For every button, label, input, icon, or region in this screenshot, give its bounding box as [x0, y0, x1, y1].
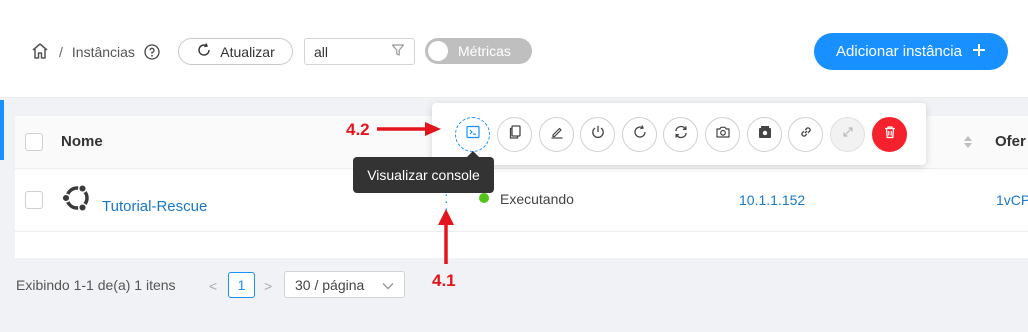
column-header-name[interactable]: Nome — [61, 133, 103, 150]
breadcrumb: / Instâncias — [30, 40, 160, 64]
view-console-button[interactable] — [455, 117, 490, 152]
sort-icon[interactable] — [963, 134, 973, 155]
chevron-left-icon[interactable]: < — [209, 278, 217, 294]
power-icon — [590, 124, 606, 145]
select-all-checkbox[interactable] — [25, 133, 43, 151]
pagination-current-page[interactable]: 1 — [228, 272, 255, 298]
edit-icon — [549, 124, 565, 145]
breadcrumb-current: Instâncias — [71, 44, 135, 60]
expand-icon — [840, 124, 856, 145]
reboot-icon — [632, 124, 648, 145]
page-size-value: 30 / página — [295, 276, 365, 293]
ubuntu-icon — [61, 182, 93, 219]
console-icon — [465, 124, 481, 145]
filter-select[interactable]: all — [304, 38, 415, 65]
ip-address-link[interactable]: 10.1.1.152 — [739, 192, 805, 208]
scale-button[interactable] — [830, 117, 865, 152]
table-row: Tutorial-Rescue · · · Executando 10.1.1.15… — [15, 170, 1028, 232]
edit-button[interactable] — [539, 117, 574, 152]
snapshot-button[interactable] — [705, 117, 740, 152]
breadcrumb-separator: / — [59, 44, 63, 60]
refresh-button[interactable]: Atualizar — [178, 38, 293, 65]
filter-icon — [391, 43, 405, 60]
sync-button[interactable] — [663, 117, 698, 152]
question-circle-icon[interactable] — [144, 44, 160, 60]
refresh-label: Atualizar — [220, 43, 275, 60]
plus-icon — [972, 43, 986, 61]
pagination-summary: Exibindo 1-1 de(a) 1 itens — [16, 277, 176, 293]
chevron-right-icon[interactable]: > — [264, 278, 272, 294]
backup-button[interactable] — [747, 117, 782, 152]
camera-icon — [715, 124, 731, 145]
power-button[interactable] — [580, 117, 615, 152]
delete-icon — [882, 124, 898, 145]
toggle-knob — [428, 41, 448, 61]
reload-icon — [196, 42, 212, 61]
view-console-tooltip: Visualizar console — [353, 157, 494, 193]
instance-name-link[interactable]: Tutorial-Rescue — [102, 198, 207, 215]
annotation-arrow-right — [377, 122, 441, 136]
reboot-button[interactable] — [622, 117, 657, 152]
annotation-label: 4.2 — [346, 120, 370, 139]
link-button[interactable] — [788, 117, 823, 152]
status-indicator — [479, 193, 489, 203]
metrics-label: Métricas — [458, 43, 511, 59]
column-header-offer[interactable]: Ofer — [995, 133, 1026, 150]
link-icon — [798, 124, 814, 145]
annotation-label: 4.1 — [432, 271, 456, 290]
add-instance-label: Adicionar instância — [836, 43, 962, 60]
page-size-select[interactable]: 30 / página — [284, 271, 405, 298]
status-text: Executando — [500, 191, 574, 207]
chevron-down-icon — [382, 277, 394, 293]
annotation-arrow-up — [438, 209, 454, 264]
sidebar-accent — [0, 100, 4, 160]
filter-value: all — [314, 43, 329, 60]
row-checkbox[interactable] — [25, 191, 43, 209]
copy-icon — [507, 124, 523, 145]
add-instance-button[interactable]: Adicionar instância — [814, 33, 1008, 70]
home-icon[interactable] — [30, 41, 50, 64]
row-actions-bar — [432, 103, 926, 165]
sync-icon — [673, 124, 689, 145]
offer-link[interactable]: 1vCP — [996, 192, 1028, 208]
metrics-toggle[interactable]: Métricas — [425, 38, 532, 64]
backup-icon — [757, 124, 773, 145]
delete-button[interactable] — [872, 117, 907, 152]
copy-button[interactable] — [497, 117, 532, 152]
